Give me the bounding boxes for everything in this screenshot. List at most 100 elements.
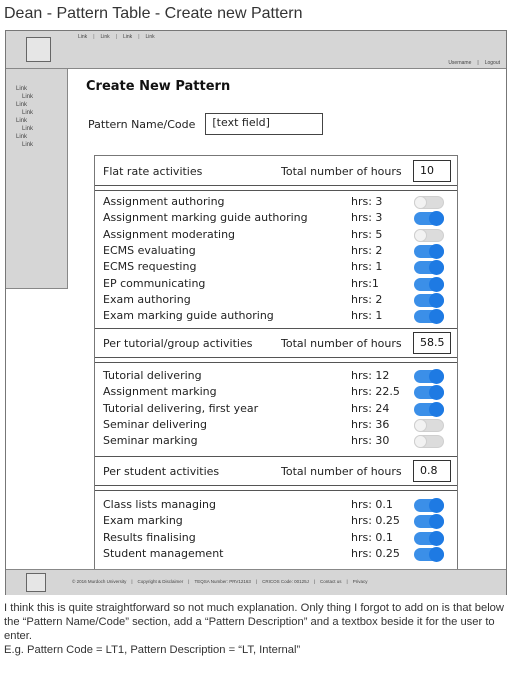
divider bbox=[95, 362, 457, 363]
activity-hours: hrs: 0.25 bbox=[351, 514, 400, 528]
document-title: Dean - Pattern Table - Create new Patter… bbox=[4, 5, 303, 22]
activity-row: ECMS evaluating hrs: 2 bbox=[95, 243, 457, 259]
top-nav-link-1[interactable]: Link bbox=[78, 34, 87, 40]
footer-contact-link[interactable]: Contact us bbox=[320, 579, 342, 584]
activity-row: Assignment authoring hrs: 3 bbox=[95, 194, 457, 210]
activity-hours: hrs: 3 bbox=[351, 195, 383, 208]
activity-row: Exam marking hrs: 0.25 bbox=[95, 513, 457, 530]
wireframe-window: Link | Link | Link | Link Username | Logout… bbox=[5, 30, 507, 595]
section-header: Flat rate activities Total number of hour… bbox=[95, 156, 457, 186]
activity-toggle[interactable] bbox=[414, 309, 444, 325]
total-hours-field[interactable]: 10 bbox=[413, 160, 451, 182]
total-hours-field[interactable]: 0.8 bbox=[413, 460, 451, 482]
footer-privacy-link[interactable]: Privacy bbox=[353, 579, 368, 584]
sidebar-link[interactable]: Link bbox=[6, 117, 67, 125]
section-header: Per student activities Total number of ho… bbox=[95, 456, 457, 486]
activity-name: ECMS evaluating bbox=[103, 243, 196, 257]
pattern-name-input[interactable]: [text field] bbox=[205, 113, 324, 135]
activity-toggle[interactable] bbox=[414, 211, 444, 227]
toggle-knob bbox=[429, 514, 444, 530]
activity-toggle[interactable] bbox=[414, 292, 444, 308]
sidebar-link[interactable]: Link bbox=[6, 93, 67, 101]
sidebar-link[interactable]: Link bbox=[6, 133, 67, 141]
divider bbox=[95, 490, 457, 491]
username-link[interactable]: Username bbox=[448, 60, 471, 66]
activity-hours: hrs: 12 bbox=[351, 369, 390, 382]
pattern-name-row: Pattern Name/Code [text field] bbox=[88, 113, 324, 135]
total-hours-label: Total number of hours bbox=[281, 165, 402, 178]
pattern-name-label: Pattern Name/Code bbox=[88, 117, 196, 131]
toggle-knob bbox=[429, 243, 444, 259]
top-nav-links: Link | Link | Link | Link bbox=[78, 34, 155, 40]
main-content: Create New Pattern Pattern Name/Code [te… bbox=[86, 79, 466, 135]
section-title: Per tutorial/group activities bbox=[103, 337, 253, 350]
separator: | bbox=[313, 579, 316, 584]
toggle-knob bbox=[429, 498, 444, 513]
note-paragraph: I think this is quite straightforward so… bbox=[4, 602, 504, 642]
activity-toggle[interactable] bbox=[414, 369, 444, 384]
toggle-knob bbox=[429, 530, 444, 546]
activity-hours: hrs:1 bbox=[351, 276, 379, 290]
toggle-knob bbox=[429, 369, 444, 384]
activity-hours: hrs: 5 bbox=[351, 227, 383, 241]
toggle-knob bbox=[429, 309, 444, 325]
separator: | bbox=[115, 34, 117, 40]
footer-copyright-link[interactable]: Copyright & Disclaimer bbox=[138, 579, 184, 584]
activity-toggle[interactable] bbox=[414, 276, 444, 292]
footer-cricos: CRICOS Code: 00125J bbox=[262, 579, 309, 584]
activity-toggle[interactable] bbox=[414, 401, 444, 417]
toggle-knob bbox=[414, 196, 427, 209]
activity-name: Exam marking guide authoring bbox=[103, 309, 274, 323]
activity-toggle[interactable] bbox=[414, 243, 444, 259]
sidebar-link[interactable]: Link bbox=[6, 125, 67, 133]
top-nav-link-4[interactable]: Link bbox=[146, 34, 155, 40]
sidebar-link[interactable]: Link bbox=[6, 85, 67, 93]
activity-toggle[interactable] bbox=[414, 196, 444, 209]
activity-name: ECMS requesting bbox=[103, 260, 197, 274]
activity-row: ECMS requesting hrs: 1 bbox=[95, 259, 457, 276]
activity-hours: hrs: 0.1 bbox=[351, 498, 393, 511]
separator: | bbox=[138, 34, 140, 40]
activity-hours: hrs: 24 bbox=[351, 401, 390, 415]
activity-toggle[interactable] bbox=[414, 260, 444, 276]
separator: | bbox=[93, 34, 95, 40]
total-hours-label: Total number of hours bbox=[281, 337, 402, 350]
activity-name: Tutorial delivering bbox=[103, 369, 202, 382]
section-header: Per tutorial/group activities Total numbe… bbox=[95, 328, 457, 358]
sidebar-link[interactable]: Link bbox=[6, 109, 67, 117]
activity-name: Assignment marking guide authoring bbox=[103, 211, 308, 225]
activity-row: Tutorial delivering, first year hrs: 24 bbox=[95, 401, 457, 417]
activity-name: Assignment moderating bbox=[103, 227, 236, 241]
activity-toggle[interactable] bbox=[414, 514, 444, 530]
activity-row: Results finalising hrs: 0.1 bbox=[95, 530, 457, 546]
toggle-knob bbox=[429, 276, 444, 292]
activity-row: EP communicating hrs:1 bbox=[95, 276, 457, 292]
activity-toggle[interactable] bbox=[414, 546, 444, 562]
total-hours-label: Total number of hours bbox=[281, 465, 402, 478]
activity-name: Results finalising bbox=[103, 530, 196, 544]
page-title: Create New Pattern bbox=[86, 79, 231, 94]
activity-row: Exam marking guide authoring hrs: 1 bbox=[95, 308, 457, 325]
activity-toggle[interactable] bbox=[414, 435, 444, 449]
activity-toggle[interactable] bbox=[414, 498, 444, 513]
pattern-activities-panel: Flat rate activities Total number of hour… bbox=[94, 155, 458, 591]
activity-name: Exam marking bbox=[103, 514, 183, 528]
activity-row: Seminar delivering hrs: 36 bbox=[95, 417, 457, 433]
total-hours-field[interactable]: 58.5 bbox=[413, 332, 451, 354]
top-nav-link-3[interactable]: Link bbox=[123, 34, 132, 40]
sidebar-link[interactable]: Link bbox=[6, 101, 67, 109]
activity-row: Class lists managing hrs: 0.1 bbox=[95, 497, 457, 513]
activity-toggle[interactable] bbox=[414, 228, 444, 242]
toggle-knob bbox=[429, 546, 444, 562]
logout-link[interactable]: Logout bbox=[485, 60, 500, 66]
sidebar-link[interactable]: Link bbox=[6, 141, 67, 149]
activity-hours: hrs: 2 bbox=[351, 292, 383, 306]
top-nav-link-2[interactable]: Link bbox=[101, 34, 110, 40]
toggle-knob bbox=[429, 260, 444, 276]
logo-placeholder[interactable] bbox=[26, 37, 51, 62]
activity-hours: hrs: 2 bbox=[351, 243, 383, 257]
activity-name: Student management bbox=[103, 546, 224, 560]
activity-toggle[interactable] bbox=[414, 530, 444, 546]
activity-toggle[interactable] bbox=[414, 418, 444, 432]
activity-toggle[interactable] bbox=[414, 385, 444, 401]
